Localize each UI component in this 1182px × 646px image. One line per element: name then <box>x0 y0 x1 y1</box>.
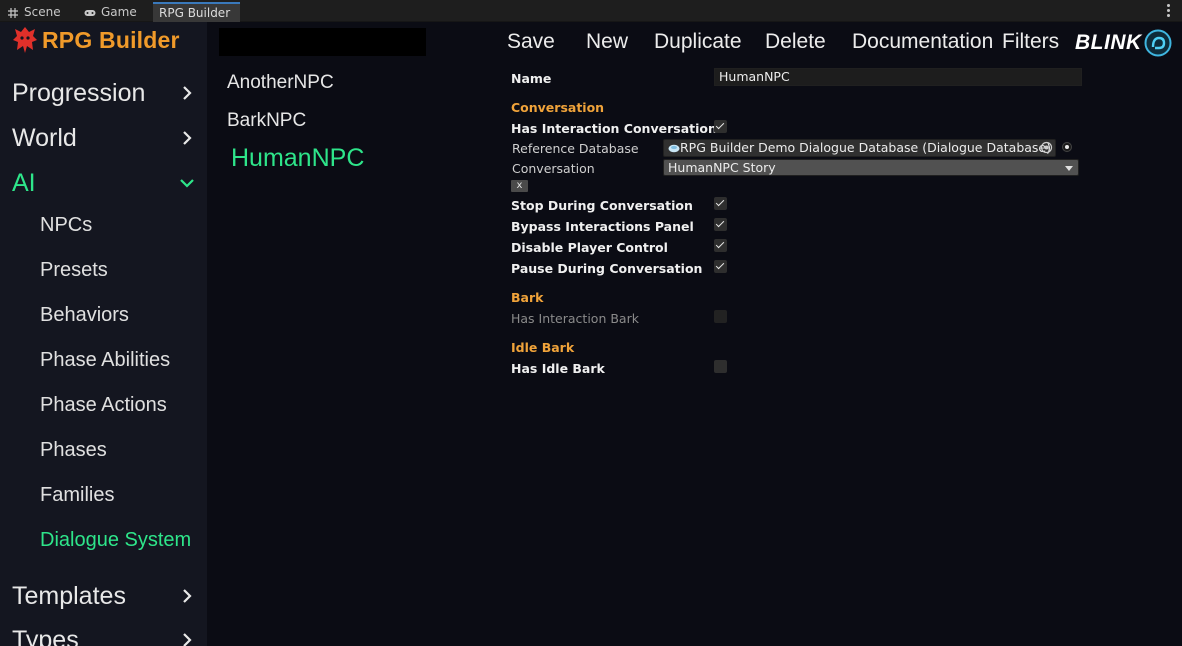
disable-player-control-checkbox[interactable] <box>714 239 727 252</box>
sidebar-category-progression[interactable]: Progression <box>12 77 194 109</box>
conversation-dropdown[interactable]: HumanNPC Story <box>663 159 1079 176</box>
entry-item-barknpc[interactable]: BarkNPC <box>227 110 306 132</box>
has-interaction-conversation-label: Has Interaction Conversation <box>511 121 717 136</box>
database-asset-icon <box>668 144 680 153</box>
disable-player-control-label: Disable Player Control <box>511 240 668 255</box>
chevron-down-icon <box>180 179 194 188</box>
sidebar-category-world[interactable]: World <box>12 122 194 154</box>
tab-game-label: Game <box>101 5 137 19</box>
chevron-right-icon <box>183 86 192 100</box>
has-interaction-conversation-checkbox[interactable] <box>714 120 727 133</box>
sidebar-category-ai[interactable]: AI <box>12 167 194 199</box>
chevron-right-icon <box>183 131 192 145</box>
stop-during-conversation-label: Stop During Conversation <box>511 198 693 213</box>
documentation-button[interactable]: Documentation <box>852 30 993 54</box>
has-idle-bark-checkbox[interactable] <box>714 360 727 373</box>
name-field[interactable]: HumanNPC <box>714 68 1082 86</box>
logo-text: RPG Builder <box>42 26 180 53</box>
blink-badge-icon <box>1144 29 1172 57</box>
sidebar-category-label: Progression <box>12 78 146 107</box>
has-interaction-bark-checkbox[interactable] <box>714 310 727 323</box>
delete-button[interactable]: Delete <box>765 30 826 54</box>
entry-item-humannpc[interactable]: HumanNPC <box>231 144 364 173</box>
new-button[interactable]: New <box>586 30 628 54</box>
search-input[interactable] <box>219 28 426 56</box>
name-label: Name <box>511 71 552 86</box>
tab-scene[interactable]: Scene <box>7 3 61 22</box>
dropdown-arrow-icon <box>1065 166 1073 171</box>
grid-icon <box>8 7 18 18</box>
clear-conversation-button[interactable]: x <box>511 180 528 192</box>
sidebar-item-families[interactable]: Families <box>40 482 114 508</box>
conversation-section-header: Conversation <box>511 100 605 115</box>
sidebar: RPG Builder Progression World AI NPCs Pr… <box>0 22 207 646</box>
has-interaction-bark-label: Has Interaction Bark <box>511 311 639 326</box>
chevron-right-icon <box>183 633 192 646</box>
tab-game[interactable]: Game <box>84 3 137 22</box>
reference-database-label: Reference Database <box>512 141 639 156</box>
save-button[interactable]: Save <box>507 30 555 54</box>
reference-database-field[interactable]: RPG Builder Demo Dialogue Database (Dial… <box>663 139 1056 157</box>
entry-item-anothernpc[interactable]: AnotherNPC <box>227 72 334 94</box>
sidebar-item-dialogue-system[interactable]: Dialogue System <box>40 527 191 553</box>
object-picker-icon[interactable] <box>1040 141 1053 154</box>
pause-during-conversation-label: Pause During Conversation <box>511 261 703 276</box>
tab-rpg-builder[interactable]: RPG Builder <box>153 2 240 22</box>
chevron-right-icon <box>183 589 192 603</box>
more-options-icon[interactable] <box>1164 3 1172 19</box>
bypass-interactions-panel-label: Bypass Interactions Panel <box>511 219 694 234</box>
rpg-builder-logo: RPG Builder <box>12 24 180 56</box>
sidebar-category-types[interactable]: Types <box>12 624 194 646</box>
bypass-interactions-panel-checkbox[interactable] <box>714 218 727 231</box>
sidebar-item-phases[interactable]: Phases <box>40 437 107 463</box>
tab-scene-label: Scene <box>24 5 61 19</box>
idle-bark-section-header: Idle Bark <box>511 340 575 355</box>
sidebar-category-templates[interactable]: Templates <box>12 580 194 612</box>
blink-logo[interactable]: BLINK <box>1075 28 1172 58</box>
stop-during-conversation-checkbox[interactable] <box>714 197 727 210</box>
sidebar-item-npcs[interactable]: NPCs <box>40 212 92 238</box>
filters-button[interactable]: Filters <box>1002 30 1059 54</box>
bark-section-header: Bark <box>511 290 544 305</box>
has-idle-bark-label: Has Idle Bark <box>511 361 605 376</box>
reference-database-value: RPG Builder Demo Dialogue Database (Dial… <box>680 140 1051 155</box>
radio-dot-icon[interactable] <box>1062 142 1072 152</box>
sidebar-category-label: Templates <box>12 581 126 610</box>
sidebar-item-behaviors[interactable]: Behaviors <box>40 302 129 328</box>
tab-rpg-builder-label: RPG Builder <box>159 5 231 20</box>
sidebar-item-phase-actions[interactable]: Phase Actions <box>40 392 167 418</box>
sidebar-category-label: AI <box>12 168 36 197</box>
gamepad-icon <box>84 9 96 16</box>
blink-logo-text: BLINK <box>1075 31 1142 54</box>
sidebar-category-label: World <box>12 123 77 152</box>
duplicate-button[interactable]: Duplicate <box>654 30 742 54</box>
conversation-label: Conversation <box>512 161 595 176</box>
sidebar-item-phase-abilities[interactable]: Phase Abilities <box>40 347 170 373</box>
dragon-logo-icon <box>13 27 37 53</box>
sidebar-item-presets[interactable]: Presets <box>40 257 108 283</box>
editor-tab-bar: Scene Game RPG Builder <box>0 0 1182 22</box>
sidebar-category-label: Types <box>12 625 79 646</box>
pause-during-conversation-checkbox[interactable] <box>714 260 727 273</box>
